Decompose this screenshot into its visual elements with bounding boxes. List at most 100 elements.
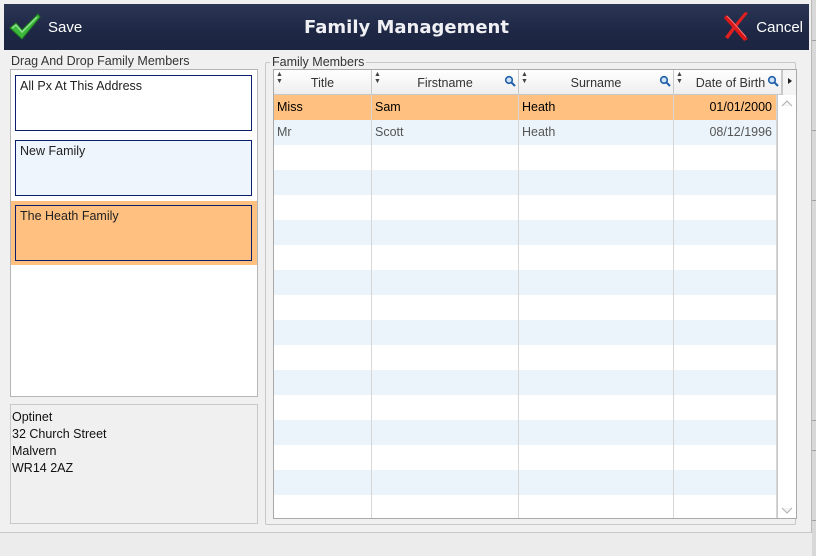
empty-cell	[274, 195, 372, 220]
empty-cell	[674, 270, 777, 295]
address-box: Optinet 32 Church Street Malvern WR14 2A…	[10, 404, 258, 524]
empty-cell	[674, 370, 777, 395]
family-card-all-px[interactable]: All Px At This Address	[15, 75, 252, 131]
empty-cell	[519, 220, 674, 245]
empty-row	[274, 245, 777, 270]
empty-cell	[674, 445, 777, 470]
search-icon[interactable]	[659, 75, 671, 87]
cell-firstname: Scott	[372, 120, 519, 145]
empty-row	[274, 295, 777, 320]
empty-cell	[674, 395, 777, 420]
cancel-button[interactable]: Cancel	[722, 10, 803, 44]
column-header-title[interactable]: ▲ ▼ Title	[274, 70, 372, 95]
empty-cell	[519, 295, 674, 320]
empty-cell	[274, 470, 372, 495]
empty-cell	[274, 395, 372, 420]
empty-row	[274, 420, 777, 445]
empty-cell	[274, 420, 372, 445]
empty-cell	[674, 470, 777, 495]
empty-cell	[519, 420, 674, 445]
search-icon[interactable]	[767, 75, 779, 87]
empty-cell	[372, 145, 519, 170]
empty-cell	[274, 170, 372, 195]
empty-cell	[674, 295, 777, 320]
column-firstname-label: Firstname	[417, 76, 473, 90]
cell-firstname: Sam	[372, 95, 519, 120]
empty-cell	[274, 245, 372, 270]
window-edge	[812, 0, 816, 556]
scroll-right-button[interactable]	[782, 70, 796, 95]
empty-cell	[674, 245, 777, 270]
empty-cell	[274, 370, 372, 395]
empty-cell	[674, 320, 777, 345]
cancel-label: Cancel	[756, 18, 803, 36]
empty-cell	[519, 245, 674, 270]
empty-cell	[274, 345, 372, 370]
empty-cell	[519, 470, 674, 495]
cell-title: Miss	[274, 95, 372, 120]
address-line-2: 32 Church Street	[12, 427, 107, 441]
column-header-dob[interactable]: ▲ ▼ Date of Birth	[674, 70, 782, 95]
empty-row	[274, 370, 777, 395]
column-dob-label: Date of Birth	[695, 76, 766, 90]
empty-cell	[372, 170, 519, 195]
empty-cell	[274, 320, 372, 345]
empty-cell	[372, 195, 519, 220]
empty-cell	[674, 195, 777, 220]
empty-cell	[274, 220, 372, 245]
empty-cell	[519, 495, 674, 518]
family-members-label: Family Members	[270, 55, 367, 69]
family-card-heath-family[interactable]: The Heath Family	[15, 205, 252, 261]
empty-row	[274, 495, 777, 518]
empty-cell	[519, 170, 674, 195]
table-row[interactable]: Mr Scott Heath 08/12/1996	[274, 120, 777, 145]
empty-cell	[372, 445, 519, 470]
cell-dob: 08/12/1996	[674, 120, 777, 145]
empty-cell	[674, 420, 777, 445]
empty-cell	[519, 345, 674, 370]
grid-header: ▲ ▼ Title ▲ ▼ Firstname ▲ ▼ Surname ▲ ▼ Date…	[274, 70, 796, 95]
empty-cell	[674, 345, 777, 370]
empty-cell	[372, 470, 519, 495]
address-line-4: WR14 2AZ	[12, 461, 74, 475]
empty-row	[274, 470, 777, 495]
empty-cell	[519, 445, 674, 470]
empty-cell	[519, 370, 674, 395]
empty-row	[274, 345, 777, 370]
empty-cell	[372, 270, 519, 295]
vertical-scrollbar[interactable]	[777, 95, 796, 518]
empty-cell	[519, 195, 674, 220]
empty-cell	[519, 270, 674, 295]
cell-title: Mr	[274, 120, 372, 145]
cell-surname: Heath	[519, 95, 674, 120]
empty-cell	[372, 420, 519, 445]
empty-row	[274, 320, 777, 345]
empty-row	[274, 220, 777, 245]
empty-cell	[519, 320, 674, 345]
column-surname-label: Surname	[570, 76, 622, 90]
empty-cell	[274, 295, 372, 320]
empty-row	[274, 395, 777, 420]
scroll-up-arrow-icon[interactable]	[781, 99, 793, 107]
search-icon[interactable]	[504, 75, 516, 87]
empty-cell	[372, 495, 519, 518]
empty-cell	[372, 345, 519, 370]
column-header-firstname[interactable]: ▲ ▼ Firstname	[372, 70, 519, 95]
empty-row	[274, 445, 777, 470]
empty-cell	[372, 245, 519, 270]
empty-cell	[519, 395, 674, 420]
scroll-down-arrow-icon[interactable]	[781, 507, 793, 515]
empty-cell	[372, 370, 519, 395]
empty-cell	[674, 145, 777, 170]
empty-cell	[372, 395, 519, 420]
empty-cell	[674, 495, 777, 518]
column-header-surname[interactable]: ▲ ▼ Surname	[519, 70, 674, 95]
empty-cell	[674, 220, 777, 245]
status-bar	[0, 532, 812, 556]
column-title-label: Title	[310, 76, 335, 90]
empty-cell	[274, 445, 372, 470]
table-row[interactable]: Miss Sam Heath 01/01/2000	[274, 95, 777, 120]
title-bar: Save Family Management Cancel	[4, 4, 809, 50]
empty-cell	[274, 495, 372, 518]
family-card-new-family[interactable]: New Family	[15, 140, 252, 196]
